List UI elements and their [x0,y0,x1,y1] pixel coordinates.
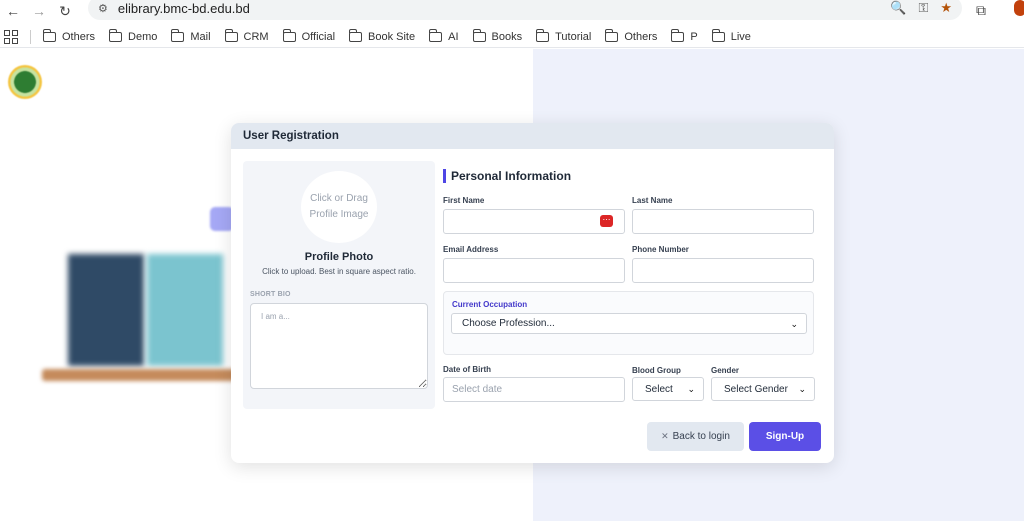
sign-up-button[interactable]: Sign-Up [749,422,821,451]
blood-group-selected-value: Select [645,383,673,395]
bookmark-folder-p[interactable]: P [671,28,698,43]
back-to-login-label: Back to login [672,431,730,442]
profile-photo-hint: Click to upload. Best in square aspect r… [262,267,416,276]
blurred-shelf-image [42,369,242,381]
profile-avatar-icon[interactable] [1014,0,1024,16]
folder-icon [109,28,123,42]
bookmark-folder-others[interactable]: Others [43,28,96,43]
bookmark-star-icon[interactable]: ★ [940,0,952,16]
folder-icon [224,28,238,42]
gender-selected-value: Select Gender [724,383,788,395]
bookmark-folder-live[interactable]: Live [711,28,751,43]
back-to-login-button[interactable]: ✕ Back to login [647,422,744,451]
apps-grid-icon[interactable] [4,29,18,44]
bookmark-label: Books [491,30,523,43]
chevron-down-icon: ⌄ [798,384,806,394]
gender-select[interactable]: Select Gender ⌄ [711,377,815,401]
bookmark-label: Live [730,30,751,43]
college-logo [8,65,42,99]
chevron-down-icon: ⌄ [687,384,695,394]
back-arrow-icon[interactable]: ← [0,0,26,22]
phone-input[interactable] [632,258,814,283]
folder-icon [429,28,443,42]
folder-icon [671,28,685,42]
site-settings-icon[interactable]: ⚙ [98,2,108,15]
dropzone-text-1: Click or Drag [310,193,368,204]
bookmark-label: AI [448,30,459,43]
gender-label: Gender [711,366,740,375]
occupation-select[interactable]: Choose Profession... ⌄ [451,313,807,334]
occupation-selected-value: Choose Profession... [462,318,555,329]
folder-icon [472,28,486,42]
bookmark-folder-tutorial[interactable]: Tutorial [536,28,592,43]
folder-icon [605,28,619,42]
registration-modal: User Registration Click or Drag Profile … [231,123,834,463]
profile-panel: Click or Drag Profile Image Profile Phot… [243,161,435,409]
bookmark-folder-official[interactable]: Official [282,28,336,43]
folder-icon [536,28,550,42]
bookmark-label: CRM [243,30,269,43]
occupation-section: Current Occupation Choose Profession... … [443,291,814,355]
modal-header: User Registration [231,123,834,149]
bookmarks-separator [30,29,31,44]
bookmark-label: Book Site [368,30,416,43]
dob-input[interactable] [443,377,625,402]
folder-icon [43,28,56,42]
password-key-icon[interactable]: ⚿ [918,0,928,16]
last-name-input[interactable] [632,209,814,234]
modal-title: User Registration [243,130,339,142]
dob-label: Date of Birth [443,365,491,374]
bookmark-label: Official [301,30,336,43]
blood-group-label: Blood Group [632,366,681,375]
chevron-down-icon: ⌄ [790,319,798,329]
reload-icon[interactable]: ↻ [52,0,78,22]
bookmark-label: Demo [128,30,158,43]
forward-arrow-icon[interactable]: → [26,0,52,22]
dropzone-text-2: Profile Image [309,209,369,220]
bookmark-folder-mail[interactable]: Mail [171,28,211,43]
first-name-label: First Name [443,196,485,205]
folder-icon [711,28,725,42]
first-name-input[interactable] [443,209,625,234]
occupation-label: Current Occupation [452,300,528,309]
bookmark-label: Tutorial [555,30,592,43]
bookmark-label: Mail [190,30,211,43]
profile-image-dropzone[interactable]: Click or Drag Profile Image [301,171,377,243]
short-bio-label: SHORT BIO [250,291,291,298]
blurred-book-image [147,254,223,366]
url-text: elibrary.bmc-bd.edu.bd [117,0,250,16]
email-label: Email Address [443,245,499,254]
profile-photo-title: Profile Photo [304,251,374,263]
bookmark-folder-books[interactable]: Books [472,28,523,43]
bookmark-folder-demo[interactable]: Demo [109,28,158,43]
password-manager-icon[interactable]: ⋯ [600,215,613,227]
browser-toolbar: ← → ↻ ⚙ elibrary.bmc-bd.edu.bd 🔍 ⚿ ★ ⧉ [0,0,1024,22]
email-input[interactable] [443,258,625,283]
short-bio-textarea[interactable] [250,303,428,389]
blurred-book-image [68,254,144,366]
folder-icon [171,28,185,42]
sign-up-label: Sign-Up [765,431,805,442]
address-bar[interactable]: ⚙ elibrary.bmc-bd.edu.bd 🔍 ⚿ ★ [88,0,962,20]
bookmark-folder-others-2[interactable]: Others [605,28,658,43]
phone-label: Phone Number [632,245,689,254]
blood-group-select[interactable]: Select ⌄ [632,377,704,401]
last-name-label: Last Name [632,196,673,205]
close-icon: ✕ [661,431,669,441]
bookmark-folder-crm[interactable]: CRM [224,28,269,43]
bookmark-label: Others [624,30,658,43]
zoom-icon[interactable]: 🔍 [890,0,906,16]
personal-information-heading: Personal Information [443,169,571,183]
folder-icon [282,28,296,42]
bookmark-label: P [690,30,698,43]
extensions-icon[interactable]: ⧉ [976,2,986,19]
folder-icon [349,28,363,42]
bookmarks-bar: Others Demo Mail CRM Official Book Site … [0,26,1024,48]
bookmark-folder-book-site[interactable]: Book Site [349,28,416,43]
bookmark-folder-ai[interactable]: AI [429,28,459,43]
bookmark-label: Others [62,30,96,43]
